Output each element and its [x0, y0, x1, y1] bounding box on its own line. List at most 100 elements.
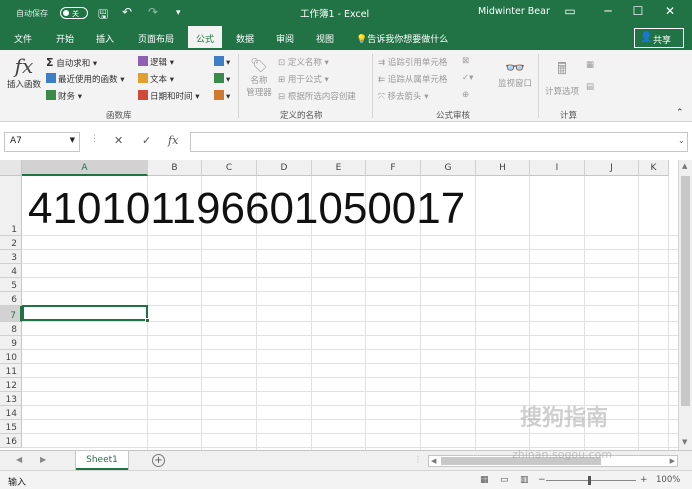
tab-split-icon[interactable]: ⋮: [414, 455, 422, 464]
error-checking-icon[interactable]: ✓▾: [462, 73, 473, 83]
tab-view[interactable]: 视图: [316, 32, 334, 45]
fill-handle[interactable]: [145, 318, 150, 323]
datetime-button[interactable]: 日期和时间 ▾: [138, 90, 199, 102]
recent-functions-button[interactable]: 最近使用的函数 ▾: [46, 73, 124, 85]
column-header-j[interactable]: J: [585, 160, 639, 176]
autosave-toggle[interactable]: 关: [60, 7, 88, 19]
remove-arrows-button[interactable]: ⤧ 移去箭头 ▾: [378, 90, 429, 102]
row-header-5[interactable]: 5: [0, 278, 22, 292]
selected-cell-a7[interactable]: [22, 305, 150, 323]
tab-home[interactable]: 开始: [56, 32, 74, 45]
add-sheet-button[interactable]: +: [152, 454, 165, 467]
show-formulas-icon[interactable]: ⊠: [462, 56, 469, 66]
row-header-16[interactable]: 16: [0, 434, 22, 448]
sheet-tab-sheet1[interactable]: Sheet1: [76, 451, 128, 470]
column-header-g[interactable]: G: [421, 160, 476, 176]
row-header-14[interactable]: 14: [0, 406, 22, 420]
tab-formulas[interactable]: 公式: [188, 26, 223, 50]
calc-sheet-icon[interactable]: ▤: [586, 82, 594, 92]
scroll-up-icon[interactable]: ▲: [682, 162, 687, 170]
customize-qat-icon[interactable]: ▾: [176, 8, 181, 18]
page-layout-view-icon[interactable]: ▭: [500, 475, 509, 485]
maximize-icon[interactable]: ☐: [628, 4, 648, 18]
name-box[interactable]: A7 ▼: [4, 132, 80, 152]
expand-formula-bar-icon[interactable]: ⌄: [678, 136, 685, 145]
row-header-13[interactable]: 13: [0, 392, 22, 406]
close-icon[interactable]: ✕: [660, 4, 680, 18]
row-header-1[interactable]: 1: [0, 176, 22, 236]
zoom-out-icon[interactable]: −: [538, 475, 546, 485]
select-all-corner[interactable]: [0, 160, 22, 176]
page-break-view-icon[interactable]: ▥: [520, 475, 529, 485]
row-header-7[interactable]: 7: [0, 306, 22, 322]
column-header-c[interactable]: C: [202, 160, 257, 176]
tab-insert[interactable]: 插入: [96, 32, 114, 45]
row-header-8[interactable]: 8: [0, 322, 22, 336]
column-header-f[interactable]: F: [366, 160, 421, 176]
tell-me-box[interactable]: 💡告诉我你想要做什么: [356, 32, 448, 45]
column-header-a[interactable]: A: [22, 160, 148, 176]
row-header-3[interactable]: 3: [0, 250, 22, 264]
column-header-d[interactable]: D: [257, 160, 312, 176]
column-header-i[interactable]: I: [530, 160, 585, 176]
row-header-10[interactable]: 10: [0, 350, 22, 364]
financial-button[interactable]: 财务 ▾: [46, 90, 82, 102]
tab-file[interactable]: 文件: [14, 32, 32, 45]
normal-view-icon[interactable]: ▦: [480, 475, 489, 485]
row-header-15[interactable]: 15: [0, 420, 22, 434]
calc-options-button[interactable]: 🖩 计算选项: [542, 58, 582, 97]
text-button[interactable]: 文本 ▾: [138, 73, 174, 85]
share-button[interactable]: 👤 共享: [634, 28, 684, 48]
row-header-4[interactable]: 4: [0, 264, 22, 278]
undo-icon[interactable]: ↶: [122, 5, 132, 19]
zoom-level[interactable]: 100%: [656, 475, 680, 485]
cancel-button[interactable]: ✕: [114, 134, 123, 147]
redo-icon[interactable]: ↷: [148, 5, 158, 19]
create-from-selection-button[interactable]: ⊟ 根据所选内容创建: [278, 90, 356, 102]
more-functions-button[interactable]: ▾: [214, 90, 230, 102]
collapse-ribbon-icon[interactable]: ⌃: [676, 108, 684, 118]
enter-button[interactable]: ✓: [142, 134, 151, 147]
calc-now-icon[interactable]: ▦: [586, 60, 594, 70]
scroll-right-icon[interactable]: ▶: [670, 457, 675, 465]
row-header-11[interactable]: 11: [0, 364, 22, 378]
tab-data[interactable]: 数据: [236, 32, 254, 45]
row-header-2[interactable]: 2: [0, 236, 22, 250]
trace-dependents-button[interactable]: ⇇ 追踪从属单元格: [378, 73, 447, 85]
prev-sheet-icon[interactable]: ◀: [16, 455, 22, 464]
column-header-k[interactable]: K: [639, 160, 669, 176]
next-sheet-icon[interactable]: ▶: [40, 455, 46, 464]
user-name[interactable]: Midwinter Bear: [478, 6, 550, 17]
zoom-slider-knob[interactable]: [588, 476, 591, 485]
row-header-9[interactable]: 9: [0, 336, 22, 350]
vertical-scrollbar[interactable]: ▲ ▼: [678, 160, 692, 450]
save-icon[interactable]: 🖫: [98, 5, 108, 26]
insert-function-fx-button[interactable]: fx: [168, 134, 178, 147]
zoom-slider[interactable]: [546, 480, 636, 481]
tab-page-layout[interactable]: 页面布局: [138, 32, 174, 45]
column-header-h[interactable]: H: [476, 160, 530, 176]
row-header-6[interactable]: 6: [0, 292, 22, 306]
cell-a1-content[interactable]: 410101196601050017: [28, 184, 465, 234]
scroll-left-icon[interactable]: ◀: [431, 457, 436, 465]
name-manager-button[interactable]: 🏷 名称 管理器: [242, 58, 276, 98]
logical-button[interactable]: 逻辑 ▾: [138, 56, 174, 68]
column-header-b[interactable]: B: [148, 160, 202, 176]
define-name-button[interactable]: ⊡ 定义名称 ▾: [278, 56, 329, 68]
formula-input[interactable]: [190, 132, 688, 152]
math-button[interactable]: ▾: [214, 73, 230, 85]
autosum-button[interactable]: Σ 自动求和 ▾: [46, 56, 97, 69]
column-header-e[interactable]: E: [312, 160, 366, 176]
lookup-button[interactable]: ▾: [214, 56, 230, 68]
use-in-formula-button[interactable]: ⊞ 用于公式 ▾: [278, 73, 329, 85]
insert-function-button[interactable]: fx 插入函数: [6, 54, 42, 90]
evaluate-formula-icon[interactable]: ⊕: [462, 90, 469, 100]
zoom-in-icon[interactable]: +: [640, 475, 648, 485]
trace-precedents-button[interactable]: ⇉ 追踪引用单元格: [378, 56, 447, 68]
ribbon-display-icon[interactable]: ▭: [560, 4, 580, 18]
scroll-down-icon[interactable]: ▼: [682, 438, 687, 446]
row-header-12[interactable]: 12: [0, 378, 22, 392]
tab-review[interactable]: 审阅: [276, 32, 294, 45]
scroll-thumb[interactable]: [681, 176, 690, 406]
watch-window-button[interactable]: 👓 监视窗口: [494, 58, 536, 89]
